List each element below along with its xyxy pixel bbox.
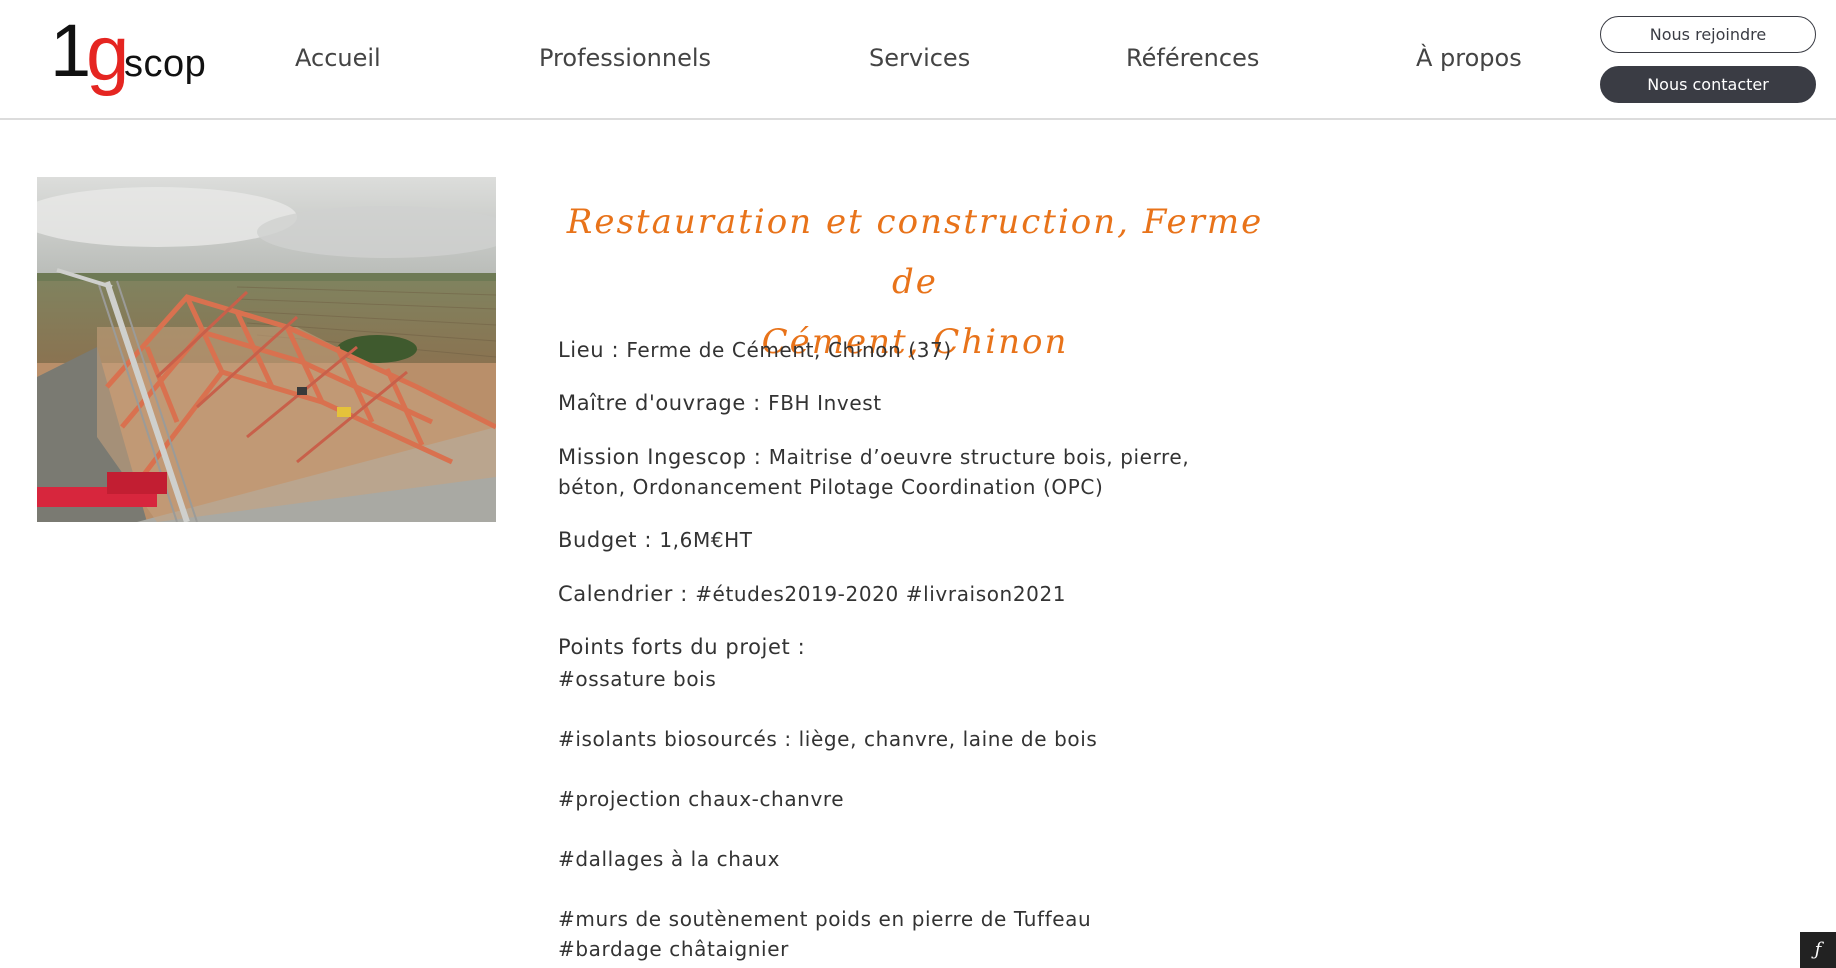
lieu-value: Ferme de Cément, Chinon (37) [626,338,952,362]
timber-frame-construction-image [37,177,496,522]
symfony-icon[interactable]: ƒ [1800,932,1836,968]
project-budget: Budget : 1,6M€HT [558,525,1318,555]
highlight-item: #projection chaux-chanvre [558,787,845,811]
logo-word-scop: scop [124,43,207,85]
highlight-item: #murs de soutènement poids en pierre de … [558,907,1092,931]
logo-letter-g: g [86,9,130,97]
calendar-label: Calendrier : [558,582,696,606]
project-calendrier: Calendrier : #études2019-2020 #livraison… [558,579,1318,609]
project-photo [37,177,496,522]
budget-value: 1,6M€HT [659,528,753,552]
project-mission: Mission Ingescop : Maitrise d’oeuvre str… [558,442,1258,502]
project-lieu: Lieu : Ferme de Cément, Chinon (37) [558,335,1318,365]
mission-label: Mission Ingescop : [558,445,769,469]
contact-button[interactable]: Nous contacter [1600,66,1816,103]
highlights-title: Points forts du projet : [558,635,806,659]
calendar-value: #études2019-2020 #livraison2021 [695,582,1067,606]
logo-digit: 1 [50,9,92,92]
highlight-item: #ossature bois [558,667,717,691]
nav-services[interactable]: Services [869,44,970,72]
moa-label: Maître d'ouvrage : [558,391,769,415]
highlight-item: #isolants biosourcés : liège, chanvre, l… [558,727,1098,751]
nav-a-propos[interactable]: À propos [1416,44,1522,72]
lieu-label: Lieu : [558,338,627,362]
nav-accueil[interactable]: Accueil [295,44,381,72]
ingescop-logo[interactable]: 1 g scop [50,14,210,100]
budget-label: Budget : [558,528,660,552]
site-header: 1 g scop Accueil Professionnels Services… [0,0,1836,120]
nav-professionnels[interactable]: Professionnels [539,44,711,72]
moa-value: FBH Invest [768,391,882,415]
nav-references[interactable]: Références [1126,44,1259,72]
join-button[interactable]: Nous rejoindre [1600,16,1816,53]
project-title-line-1: Restauration et construction, Ferme de [566,202,1264,302]
project-maitre-ouvrage: Maître d'ouvrage : FBH Invest [558,388,1318,418]
highlight-item: #dallages à la chaux [558,847,781,871]
highlight-item: #bardage châtaignier [558,937,789,961]
